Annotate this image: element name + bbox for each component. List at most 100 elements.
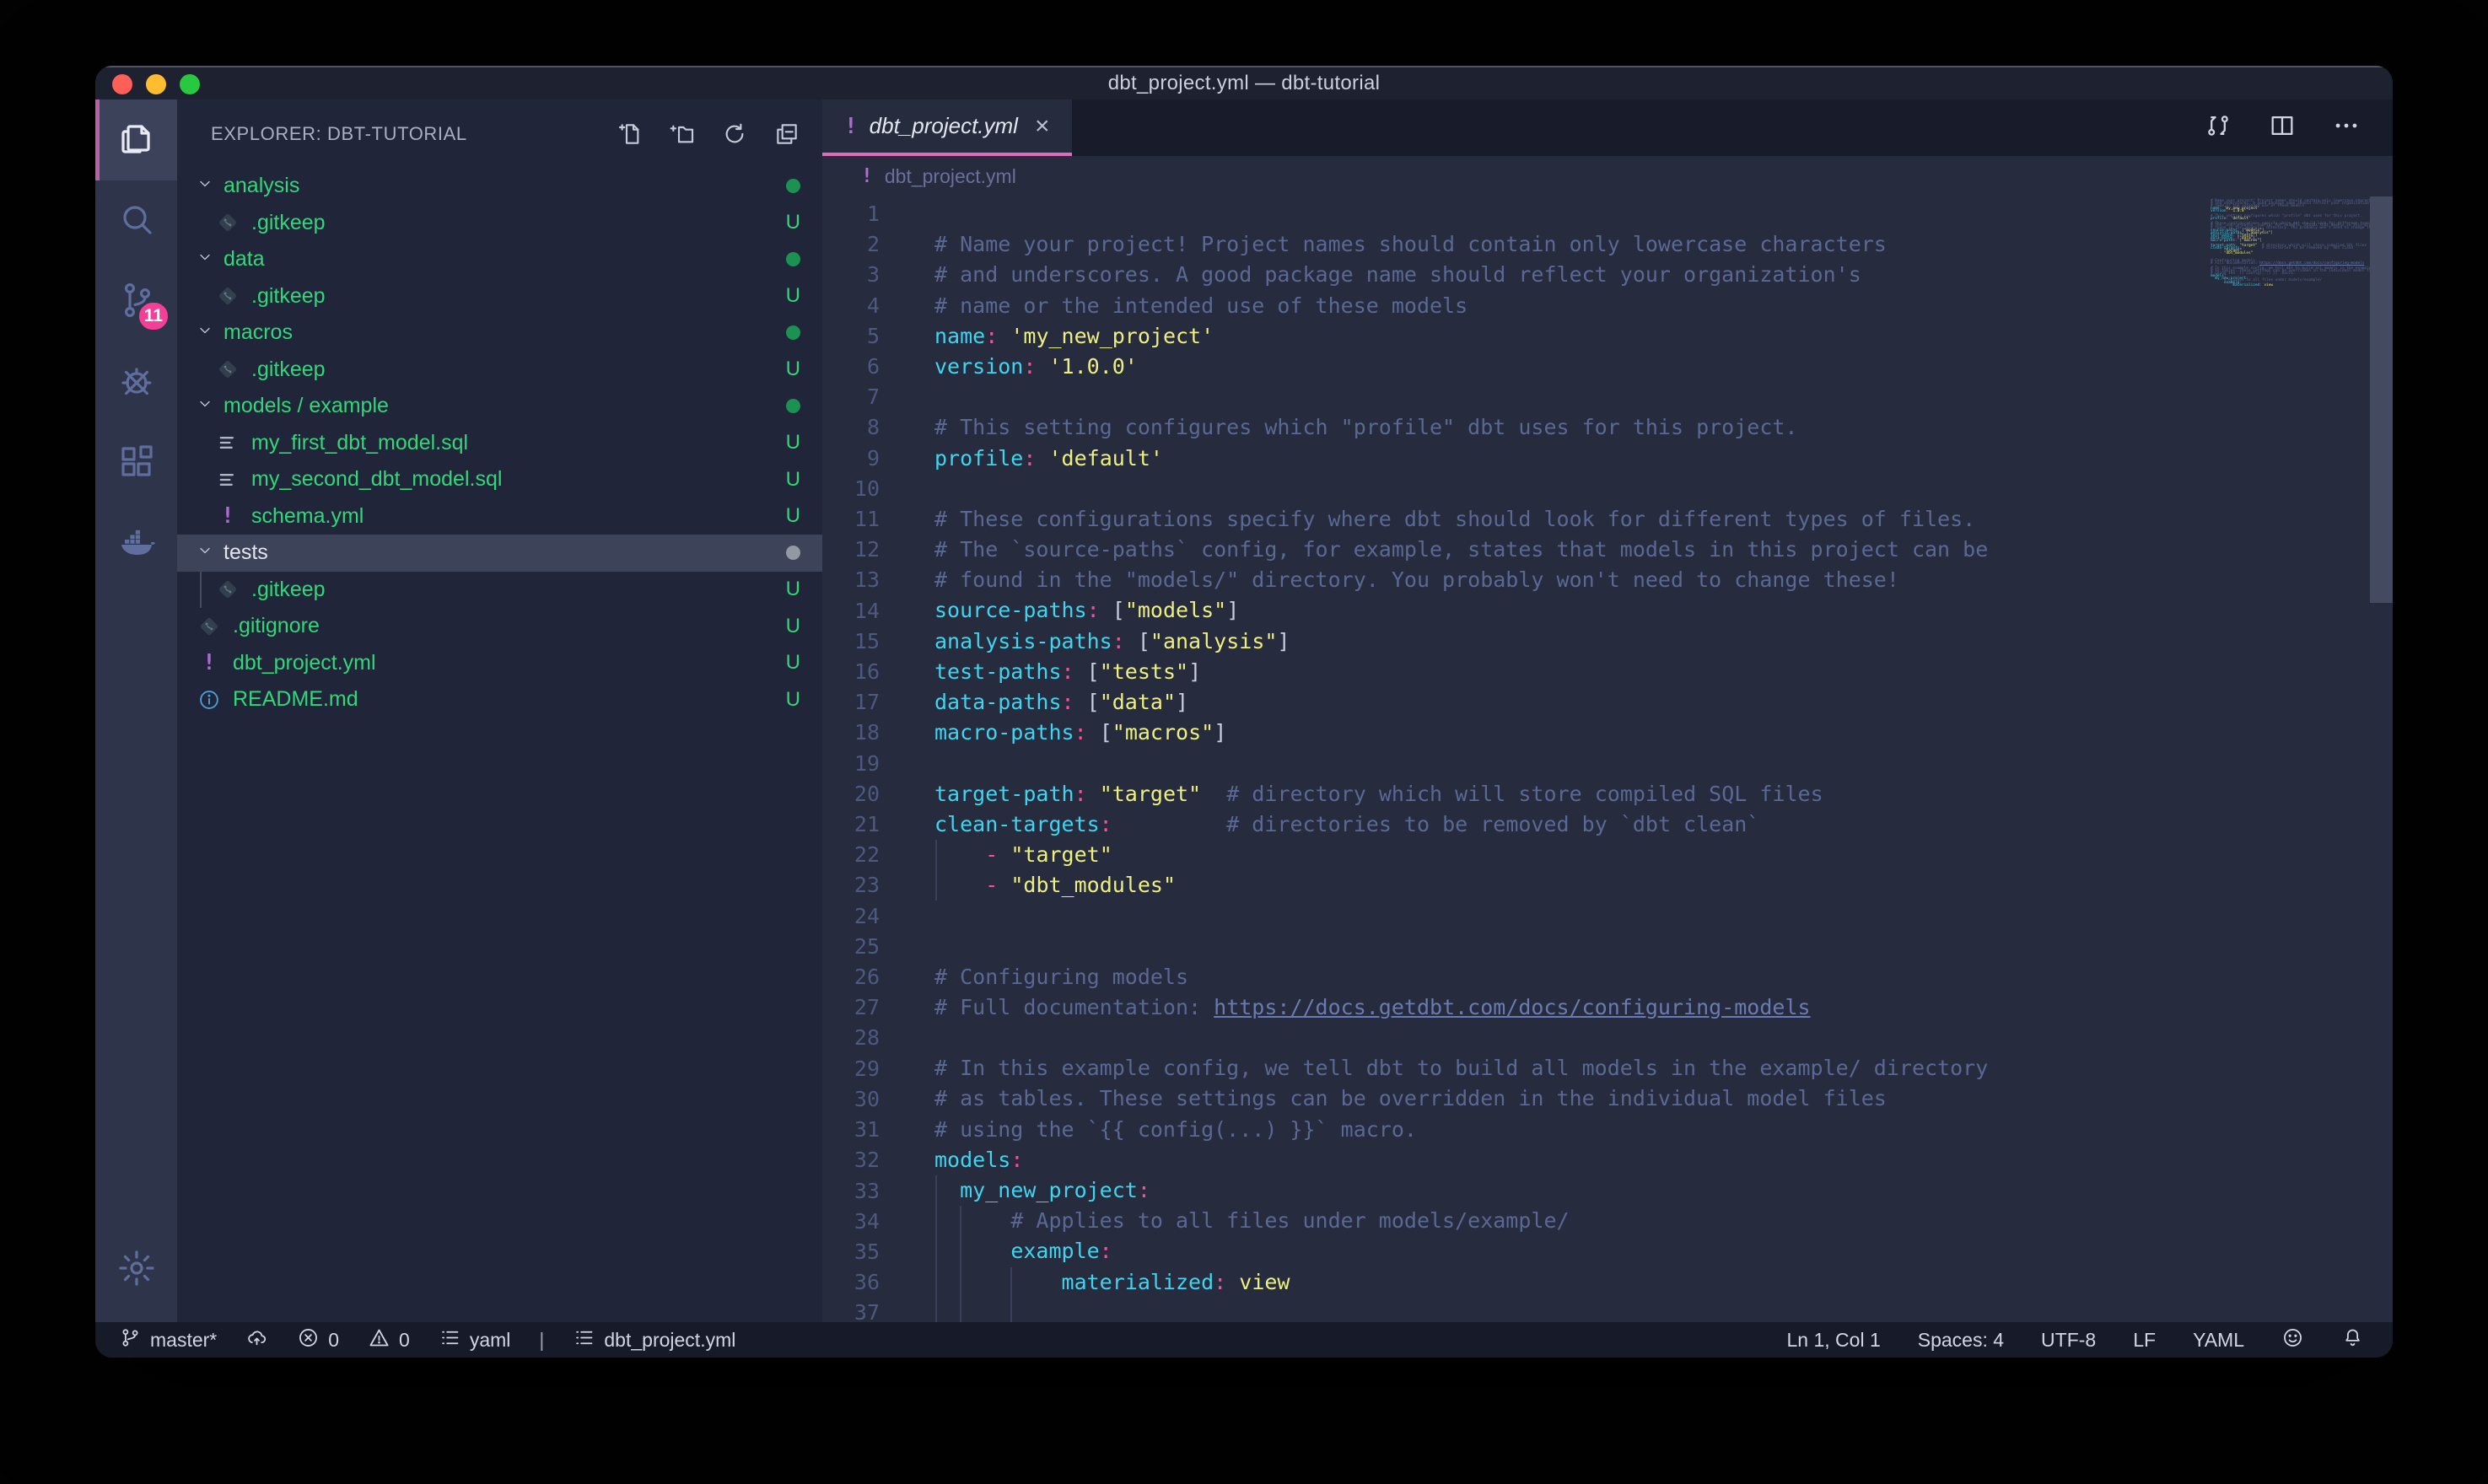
code-line-9[interactable]: profile: 'default'	[934, 444, 2205, 474]
tree-item-tests[interactable]: tests	[177, 535, 822, 572]
code-content[interactable]: # Name your project! Project names shoul…	[934, 199, 2205, 1322]
tree-item-readme-md[interactable]: README.mdU	[177, 681, 822, 718]
code-line-36[interactable]: materialized: view	[934, 1267, 2205, 1298]
more-actions-icon[interactable]	[2332, 111, 2361, 144]
tree-item-label: my_first_dbt_model.sql	[251, 431, 468, 455]
code-line-16[interactable]: test-paths: ["tests"]	[934, 657, 2205, 687]
tree-item--gitkeep[interactable]: .gitkeepU	[177, 278, 822, 315]
minimap[interactable]: # Name your project! Project names shoul…	[2205, 196, 2370, 1322]
explorer-sidebar: EXPLORER: DBT-TUTORIAL analysis.gitkeepU…	[177, 99, 822, 1322]
status-eol[interactable]: LF	[2133, 1329, 2156, 1352]
status-outline-file[interactable]: dbt_project.yml	[573, 1326, 735, 1354]
code-line-15[interactable]: analysis-paths: ["analysis"]	[934, 626, 2205, 657]
code-line-6[interactable]: version: '1.0.0'	[934, 352, 2205, 382]
compare-changes-icon[interactable]	[2204, 111, 2232, 144]
status-warnings[interactable]: 0	[368, 1326, 410, 1354]
code-line-25[interactable]	[934, 932, 2205, 962]
code-line-20[interactable]: target-path: "target" # directory which …	[934, 779, 2205, 809]
close-window-button[interactable]	[112, 74, 132, 94]
git-untracked-badge: U	[786, 468, 800, 492]
code-editor[interactable]: 1234567891011121314151617181920212223242…	[822, 196, 2393, 1322]
tree-item-models-example[interactable]: models / example	[177, 388, 822, 425]
code-line-1[interactable]	[934, 199, 2205, 229]
code-line-29[interactable]: # In this example config, we tell dbt to…	[934, 1053, 2205, 1083]
status-git-branch[interactable]: master*	[119, 1326, 217, 1354]
indent-guide	[1010, 1298, 1012, 1322]
tree-item-label: .gitkeep	[251, 284, 326, 309]
code-line-27[interactable]: # Full documentation: https://docs.getdb…	[934, 992, 2205, 1023]
new-file-icon[interactable]	[617, 121, 644, 148]
tree-item--gitkeep[interactable]: .gitkeepU	[177, 205, 822, 242]
minimize-window-button[interactable]	[146, 74, 166, 94]
titlebar[interactable]: dbt_project.yml — dbt-tutorial	[95, 66, 2393, 99]
code-line-5[interactable]: name: 'my_new_project'	[934, 321, 2205, 352]
tree-item--gitkeep[interactable]: .gitkeepU	[177, 572, 822, 609]
activity-item-extensions[interactable]	[95, 423, 177, 504]
code-line-2[interactable]: # Name your project! Project names shoul…	[934, 229, 2205, 260]
status-indentation[interactable]: Spaces: 4	[1918, 1329, 2004, 1352]
code-line-24[interactable]	[934, 901, 2205, 931]
file-tree: analysis.gitkeepUdata.gitkeepUmacros.git…	[177, 168, 822, 1322]
tree-item-my-first-dbt-model-sql[interactable]: my_first_dbt_model.sqlU	[177, 425, 822, 462]
status-publish[interactable]	[245, 1326, 268, 1354]
code-line-35[interactable]: example:	[934, 1236, 2205, 1266]
code-line-4[interactable]: # name or the intended use of these mode…	[934, 291, 2205, 321]
split-editor-icon[interactable]	[2268, 111, 2297, 144]
code-line-34[interactable]: # Applies to all files under models/exam…	[934, 1206, 2205, 1236]
status-cursor-position[interactable]: Ln 1, Col 1	[1787, 1329, 1881, 1352]
status-errors[interactable]: 0	[297, 1326, 339, 1354]
tab-dbt-project-yml[interactable]: ! dbt_project.yml ×	[822, 99, 1072, 156]
code-line-8[interactable]: # This setting configures which "profile…	[934, 412, 2205, 443]
status-encoding[interactable]: UTF-8	[2041, 1329, 2096, 1352]
git-modified-dot	[786, 325, 800, 340]
code-line-28[interactable]	[934, 1023, 2205, 1053]
code-line-14[interactable]: source-paths: ["models"]	[934, 595, 2205, 626]
tree-item--gitkeep[interactable]: .gitkeepU	[177, 352, 822, 389]
code-line-33[interactable]: my_new_project:	[934, 1175, 2205, 1206]
code-line-19[interactable]	[934, 748, 2205, 778]
status-language-mode[interactable]: YAML	[2193, 1329, 2244, 1352]
breadcrumb[interactable]: ! dbt_project.yml	[822, 156, 2393, 196]
code-line-11[interactable]: # These configurations specify where dbt…	[934, 504, 2205, 535]
code-line-18[interactable]: macro-paths: ["macros"]	[934, 718, 2205, 748]
code-line-10[interactable]	[934, 474, 2205, 504]
activity-item-debug[interactable]	[95, 342, 177, 423]
indent-guide	[1010, 1267, 1012, 1298]
activity-item-settings[interactable]	[95, 1229, 177, 1310]
code-line-31[interactable]: # using the `{{ config(...) }}` macro.	[934, 1115, 2205, 1145]
activity-bar: 11	[95, 99, 177, 1322]
tree-item-my-second-dbt-model-sql[interactable]: my_second_dbt_model.sqlU	[177, 461, 822, 498]
collapse-all-icon[interactable]	[773, 121, 800, 148]
code-line-17[interactable]: data-paths: ["data"]	[934, 687, 2205, 718]
code-line-3[interactable]: # and underscores. A good package name s…	[934, 260, 2205, 290]
code-line-30[interactable]: # as tables. These settings can be overr…	[934, 1083, 2205, 1114]
tree-item-schema-yml[interactable]: !schema.ymlU	[177, 498, 822, 535]
activity-item-source-control[interactable]: 11	[95, 261, 177, 342]
code-line-32[interactable]: models:	[934, 1145, 2205, 1175]
refresh-icon[interactable]	[721, 121, 748, 148]
close-tab-icon[interactable]: ×	[1035, 114, 1050, 139]
code-line-37[interactable]	[934, 1298, 2205, 1322]
tree-item-macros[interactable]: macros	[177, 315, 822, 352]
zoom-window-button[interactable]	[180, 74, 200, 94]
code-line-21[interactable]: clean-targets: # directories to be remov…	[934, 809, 2205, 840]
code-line-12[interactable]: # The `source-paths` config, for example…	[934, 535, 2205, 565]
activity-item-search[interactable]	[95, 180, 177, 261]
code-line-7[interactable]	[934, 382, 2205, 412]
activity-item-docker[interactable]	[95, 504, 177, 585]
status-notifications[interactable]	[2341, 1326, 2364, 1354]
tree-item-analysis[interactable]: analysis	[177, 168, 822, 205]
code-line-26[interactable]: # Configuring models	[934, 962, 2205, 992]
status-outline-yaml[interactable]: yaml	[439, 1326, 511, 1354]
tree-item-data[interactable]: data	[177, 241, 822, 278]
tree-item-dbt-project-yml[interactable]: !dbt_project.ymlU	[177, 645, 822, 682]
code-line-22[interactable]: - "target"	[934, 840, 2205, 870]
activity-item-explorer[interactable]	[95, 99, 177, 180]
scrollbar[interactable]	[2370, 196, 2393, 603]
status-feedback[interactable]	[2281, 1326, 2304, 1354]
new-folder-icon[interactable]	[669, 121, 696, 148]
doc-link[interactable]: https://docs.getdbt.com/docs/configuring…	[1214, 995, 1810, 1019]
code-line-23[interactable]: - "dbt_modules"	[934, 870, 2205, 901]
tree-item--gitignore[interactable]: .gitignoreU	[177, 608, 822, 645]
code-line-13[interactable]: # found in the "models/" directory. You …	[934, 565, 2205, 595]
